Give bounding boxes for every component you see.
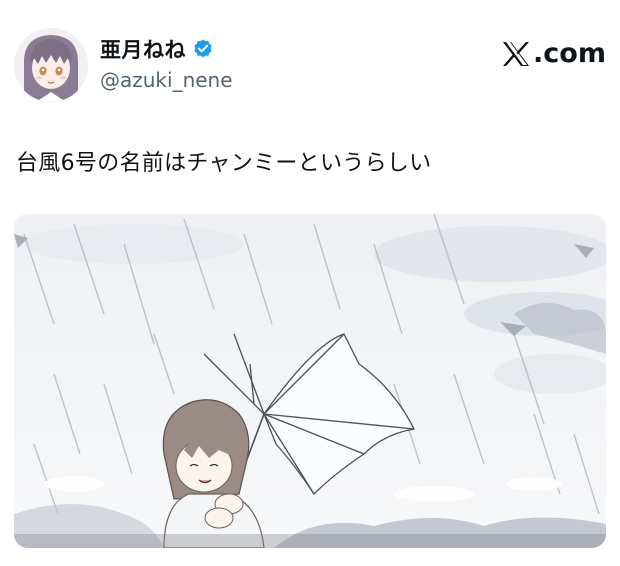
avatar-illustration [14,28,88,102]
tweet-header: 亜月ねね @azuki_nene .com [14,28,606,108]
tweet-card: 亜月ねね @azuki_nene .com 台風6号の名前はチャンミーというらし… [0,0,620,566]
x-logo-icon [501,41,531,67]
illustration-girl-broken-umbrella-in-storm [14,214,606,548]
source-label: .com [533,38,606,69]
tweet-media[interactable] [14,214,606,548]
tweet-text: 台風6号の名前はチャンミーというらしい [16,151,432,176]
display-name[interactable]: 亜月ねね [100,34,186,64]
display-name-row: 亜月ねね [100,34,233,64]
verified-badge-icon [192,38,214,60]
author-names: 亜月ねね @azuki_nene [100,34,233,92]
avatar[interactable] [14,28,88,102]
source-link[interactable]: .com [501,38,606,69]
author-handle[interactable]: @azuki_nene [100,68,233,92]
